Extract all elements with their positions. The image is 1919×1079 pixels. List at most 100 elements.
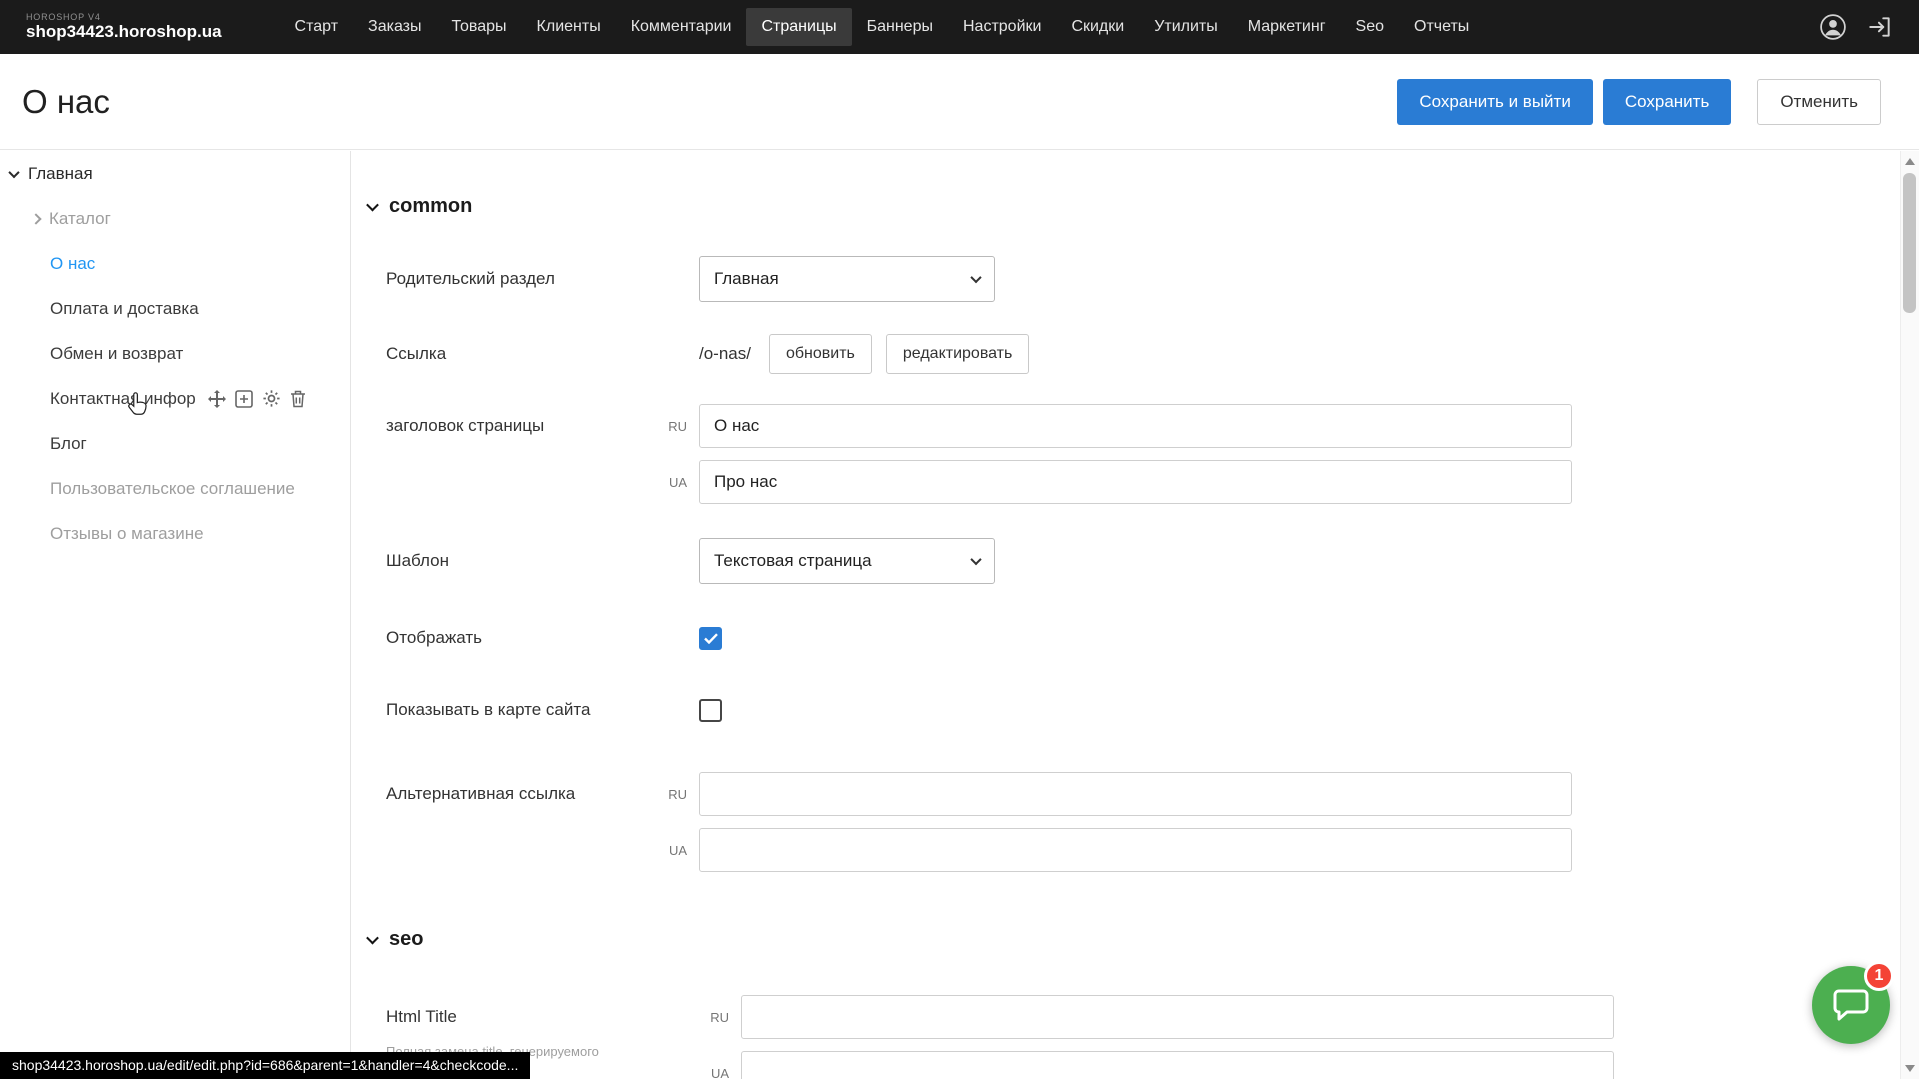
sitemap-label: Показывать в карте сайта (386, 700, 644, 720)
tree-item-label: Блог (50, 434, 87, 454)
link-refresh-button[interactable]: обновить (769, 334, 872, 374)
link-slug-value: /o-nas/ (699, 344, 751, 364)
display-row: Отображать (386, 618, 1900, 658)
parent-section-row: Родительский раздел Главная (386, 256, 1900, 302)
nav-item-marketing[interactable]: Маркетинг (1233, 8, 1341, 46)
main-nav: Старт Заказы Товары Клиенты Комментарии … (280, 8, 1485, 46)
display-label: Отображать (386, 628, 644, 648)
scroll-down-arrow[interactable] (1905, 1065, 1915, 1072)
lang-ru-badge: RU (644, 787, 699, 802)
html-title-label: Html Title (386, 995, 686, 1039)
alt-link-ua-input[interactable] (699, 828, 1572, 872)
selected-value: Текстовая страница (714, 551, 872, 571)
html-title-ru-input[interactable] (741, 995, 1614, 1039)
account-icon[interactable] (1819, 13, 1847, 41)
section-common-header[interactable]: common (368, 195, 1900, 218)
html-title-ua-input[interactable] (741, 1051, 1614, 1079)
delete-trash-icon[interactable] (290, 390, 306, 408)
page-title-ua-input[interactable] (699, 460, 1572, 504)
add-page-icon[interactable] (235, 390, 253, 408)
nav-item-bannery[interactable]: Баннеры (852, 8, 948, 46)
logo-domain: shop34423.horoshop.ua (26, 22, 222, 42)
tree-item-label: О нас (50, 254, 95, 274)
chevron-right-icon (30, 213, 41, 224)
template-select[interactable]: Текстовая страница (699, 538, 995, 584)
tree-item-actions (208, 389, 306, 408)
chevron-down-icon (8, 166, 19, 177)
template-label: Шаблон (386, 551, 644, 571)
tree-item-label: Главная (28, 164, 93, 184)
vertical-scrollbar[interactable] (1900, 151, 1919, 1079)
lang-ru-badge: RU (686, 1010, 741, 1025)
tree-item-label: Каталог (49, 209, 111, 229)
chat-widget-button[interactable]: 1 (1812, 966, 1890, 1044)
page-title: О нас (22, 83, 110, 121)
scrollbar-thumb[interactable] (1903, 173, 1916, 313)
chat-bubble-icon (1832, 987, 1870, 1023)
save-and-exit-button[interactable]: Сохранить и выйти (1397, 79, 1592, 125)
nav-item-otchety[interactable]: Отчеты (1399, 8, 1484, 46)
nav-item-zakazy[interactable]: Заказы (353, 8, 436, 46)
alt-link-label: Альтернативная ссылка (386, 772, 644, 816)
tree-item-label: Отзывы о магазине (50, 524, 204, 544)
cancel-button[interactable]: Отменить (1757, 79, 1881, 125)
selected-value: Главная (714, 269, 779, 289)
chevron-down-icon (366, 932, 379, 945)
sidebar-item-polzovatelskoe-soglashenie[interactable]: Пользовательское соглашение (0, 466, 350, 511)
pages-tree-sidebar: Главная Каталог О нас Оплата и доставка … (0, 151, 351, 1079)
sidebar-item-o-nas[interactable]: О нас (0, 241, 350, 286)
parent-section-label: Родительский раздел (386, 269, 644, 289)
logo[interactable]: HOROSHOP V4 shop34423.horoshop.ua (26, 12, 222, 42)
page-title-label: заголовок страницы (386, 404, 644, 448)
alt-link-ru-input[interactable] (699, 772, 1572, 816)
tree-item-label: Пользовательское соглашение (50, 479, 295, 499)
logout-icon[interactable] (1867, 14, 1893, 40)
sidebar-item-oplata-i-dostavka[interactable]: Оплата и доставка (0, 286, 350, 331)
tree-item-label: Оплата и доставка (50, 299, 199, 319)
link-preview-statusbar: shop34423.horoshop.ua/edit/edit.php?id=6… (0, 1052, 530, 1079)
sidebar-item-otzyvy-o-magazine[interactable]: Отзывы о магазине (0, 511, 350, 556)
section-seo-header[interactable]: seo (368, 928, 1900, 951)
nav-item-skidki[interactable]: Скидки (1056, 8, 1139, 46)
chevron-down-icon (970, 272, 981, 283)
sitemap-row: Показывать в карте сайта (386, 690, 1900, 730)
topbar-icons (1819, 13, 1893, 41)
nav-item-kommentarii[interactable]: Комментарии (616, 8, 747, 46)
nav-item-start[interactable]: Старт (280, 8, 353, 46)
sidebar-item-obmen-i-vozvrat[interactable]: Обмен и возврат (0, 331, 350, 376)
section-title: common (389, 195, 472, 218)
sidebar-item-kontaktnaya-informatsiya[interactable]: Контактная инфор (0, 376, 350, 421)
sidebar-item-blog[interactable]: Блог (0, 421, 350, 466)
lang-ua-badge: UA (644, 843, 699, 858)
section-title: seo (389, 928, 423, 951)
nav-item-stranitsy[interactable]: Страницы (746, 8, 851, 46)
template-row: Шаблон Текстовая страница (386, 538, 1900, 584)
logo-version: HOROSHOP V4 (26, 12, 222, 22)
page-edit-form: common Родительский раздел Главная Ссылк… (352, 151, 1900, 1079)
parent-section-select[interactable]: Главная (699, 256, 995, 302)
move-icon[interactable] (208, 390, 226, 408)
sitemap-checkbox[interactable] (699, 699, 722, 722)
chevron-down-icon (970, 554, 981, 565)
display-checkbox[interactable] (699, 627, 722, 650)
link-edit-button[interactable]: редактировать (886, 334, 1029, 374)
html-title-row: Html Title Полная замена title, генериру… (386, 995, 1900, 1079)
lang-ru-badge: RU (644, 419, 699, 434)
nav-item-utility[interactable]: Утилиты (1139, 8, 1233, 46)
page-header: О нас Сохранить и выйти Сохранить Отмени… (0, 54, 1919, 150)
sidebar-item-katalog[interactable]: Каталог (0, 196, 350, 241)
nav-item-klienty[interactable]: Клиенты (522, 8, 616, 46)
page-title-row: заголовок страницы RU UA (386, 404, 1900, 504)
save-button[interactable]: Сохранить (1603, 79, 1731, 125)
lang-ua-badge: UA (644, 475, 699, 490)
nav-item-nastroyki[interactable]: Настройки (948, 8, 1056, 46)
settings-gear-icon[interactable] (262, 389, 281, 408)
scroll-up-arrow[interactable] (1905, 158, 1915, 165)
page-title-ru-input[interactable] (699, 404, 1572, 448)
sidebar-item-glavnaya[interactable]: Главная (0, 151, 350, 196)
topbar: HOROSHOP V4 shop34423.horoshop.ua Старт … (0, 0, 1919, 54)
nav-item-tovary[interactable]: Товары (437, 8, 522, 46)
tree-item-label: Контактная инфор (50, 389, 196, 409)
nav-item-seo[interactable]: Seo (1341, 8, 1399, 46)
chat-unread-badge: 1 (1864, 961, 1894, 991)
